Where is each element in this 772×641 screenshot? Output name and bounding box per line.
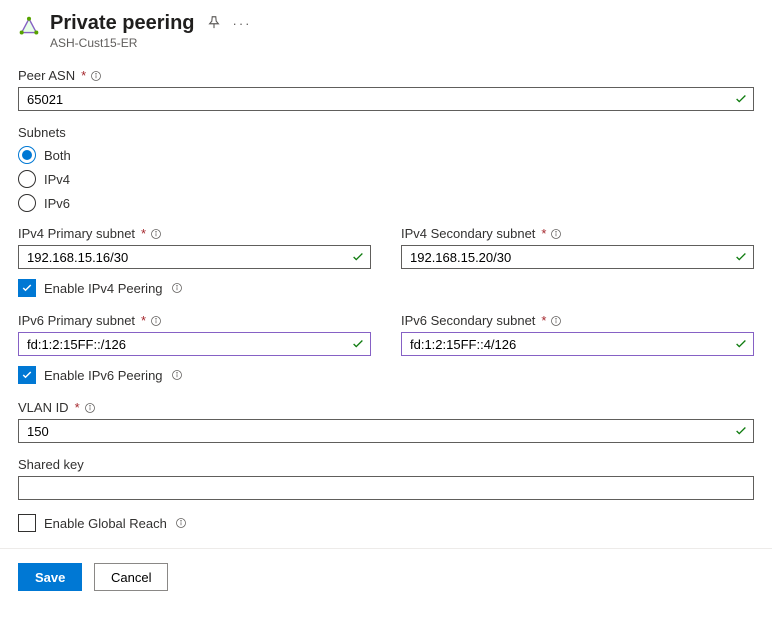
ipv6-primary-label: IPv6 Primary subnet* <box>18 313 371 328</box>
checkmark-icon <box>734 250 748 264</box>
ipv4-primary-label: IPv4 Primary subnet* <box>18 226 371 241</box>
subnet-radio-ipv6[interactable]: IPv6 <box>18 194 754 212</box>
vlan-id-label: VLAN ID* <box>18 400 754 415</box>
enable-global-reach-checkbox[interactable]: Enable Global Reach <box>18 514 754 532</box>
pin-icon[interactable] <box>207 15 221 32</box>
info-icon[interactable] <box>175 517 187 529</box>
save-button[interactable]: Save <box>18 563 82 591</box>
ipv4-primary-input[interactable] <box>18 245 371 269</box>
info-icon[interactable] <box>550 228 562 240</box>
enable-ipv6-checkbox[interactable]: Enable IPv6 Peering <box>18 366 754 384</box>
subnet-radio-ipv4[interactable]: IPv4 <box>18 170 754 188</box>
checkmark-icon <box>734 424 748 438</box>
info-icon[interactable] <box>150 315 162 327</box>
more-icon[interactable]: ··· <box>233 16 252 31</box>
ipv6-primary-input[interactable] <box>18 332 371 356</box>
subnets-label: Subnets <box>18 125 754 140</box>
ipv4-secondary-label: IPv4 Secondary subnet* <box>401 226 754 241</box>
vlan-id-input[interactable] <box>18 419 754 443</box>
ipv6-secondary-label: IPv6 Secondary subnet* <box>401 313 754 328</box>
enable-ipv4-checkbox[interactable]: Enable IPv4 Peering <box>18 279 754 297</box>
peer-asn-input[interactable] <box>18 87 754 111</box>
shared-key-input[interactable] <box>18 476 754 500</box>
peering-icon <box>18 12 40 41</box>
checkmark-icon <box>734 92 748 106</box>
cancel-button[interactable]: Cancel <box>94 563 168 591</box>
info-icon[interactable] <box>84 402 96 414</box>
info-icon[interactable] <box>171 282 183 294</box>
info-icon[interactable] <box>90 70 102 82</box>
shared-key-label: Shared key <box>18 457 754 472</box>
info-icon[interactable] <box>150 228 162 240</box>
checkmark-icon <box>734 337 748 351</box>
page-subtitle: ASH-Cust15-ER <box>50 36 754 50</box>
page-title: Private peering <box>50 12 195 35</box>
subnet-radio-both[interactable]: Both <box>18 146 754 164</box>
checkmark-icon <box>351 337 365 351</box>
info-icon[interactable] <box>550 315 562 327</box>
peer-asn-label: Peer ASN* <box>18 68 754 83</box>
checkmark-icon <box>351 250 365 264</box>
ipv4-secondary-input[interactable] <box>401 245 754 269</box>
info-icon[interactable] <box>171 369 183 381</box>
ipv6-secondary-input[interactable] <box>401 332 754 356</box>
